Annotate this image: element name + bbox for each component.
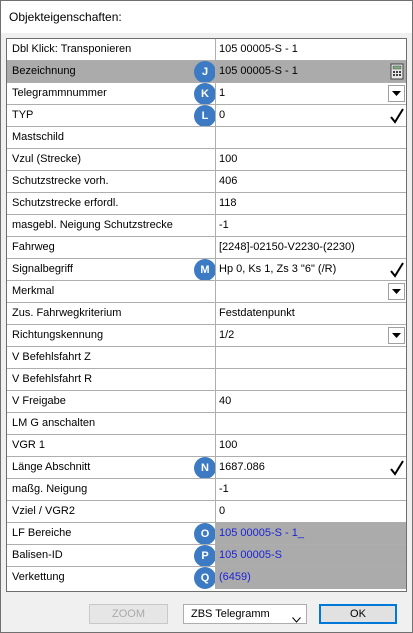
property-value[interactable]: 0 <box>216 501 406 522</box>
property-label: VGR 1 <box>7 435 216 456</box>
property-value[interactable]: 100 <box>216 435 406 456</box>
marker-badge: O <box>194 523 215 544</box>
ok-button[interactable]: OK <box>319 604 397 624</box>
property-row-dbl-klick[interactable]: Dbl Klick: Transponieren 105 00005-S - 1 <box>7 39 406 61</box>
property-label: Bezeichnung <box>12 65 76 77</box>
property-row-laenge-abschnitt[interactable]: Länge Abschnitt N 1687.086 <box>7 457 406 479</box>
chevron-down-icon <box>292 611 301 629</box>
property-row-richtungskennung[interactable]: Richtungskennung 1/2 <box>7 325 406 347</box>
telegram-type-select[interactable]: ZBS Telegramm <box>183 604 307 624</box>
dropdown-arrow-icon[interactable] <box>388 283 405 300</box>
property-row-bezeichnung[interactable]: Bezeichnung J 105 00005-S - 1 <box>7 61 406 83</box>
property-row-schutzstrecke-vorh[interactable]: Schutzstrecke vorh. 406 <box>7 171 406 193</box>
property-row-signalbegriff[interactable]: Signalbegriff M Hp 0, Ks 1, Zs 3 "6" (/R… <box>7 259 406 281</box>
property-value[interactable]: 118 <box>216 193 406 214</box>
properties-dialog: Objekteigenschaften: Dbl Klick: Transpon… <box>0 0 413 633</box>
property-value[interactable]: 406 <box>216 171 406 192</box>
property-label: Telegrammnummer <box>12 87 107 99</box>
property-label: LF Bereiche <box>12 527 72 539</box>
marker-badge: Q <box>194 567 215 589</box>
select-value: ZBS Telegramm <box>191 608 270 620</box>
property-row-fahrweg[interactable]: Fahrweg [2248]-02150-V2230-(2230) <box>7 237 406 259</box>
property-label: TYP <box>12 109 34 121</box>
property-label: Schutzstrecke erfordl. <box>7 193 216 214</box>
property-value: 105 00005-S - 1 <box>219 65 298 77</box>
property-row-v-befehlsfahrt-r[interactable]: V Befehlsfahrt R <box>7 369 406 391</box>
property-value[interactable]: (6459) <box>216 567 406 589</box>
property-label: Länge Abschnitt <box>12 461 91 473</box>
property-row-typ[interactable]: TYP L 0 <box>7 105 406 127</box>
property-value[interactable]: Festdatenpunkt <box>216 303 406 324</box>
property-label: Merkmal <box>7 281 216 302</box>
calculator-icon[interactable] <box>388 63 405 80</box>
property-value[interactable]: 40 <box>216 391 406 412</box>
property-value: Hp 0, Ks 1, Zs 3 "6" (/R) <box>219 263 337 275</box>
property-row-vgr1[interactable]: VGR 1 100 <box>7 435 406 457</box>
property-label: V Freigabe <box>7 391 216 412</box>
property-label: masgebl. Neigung Schutzstrecke <box>7 215 216 236</box>
property-label: Verkettung <box>12 571 65 583</box>
marker-badge: P <box>194 545 215 566</box>
property-row-massg-neigung[interactable]: maßg. Neigung -1 <box>7 479 406 501</box>
property-value[interactable] <box>216 127 406 148</box>
property-value[interactable]: 105 00005-S - 1 <box>216 39 406 60</box>
property-value[interactable]: 100 <box>216 149 406 170</box>
property-row-vzul[interactable]: Vzul (Strecke) 100 <box>7 149 406 171</box>
title-bar: Objekteigenschaften: <box>1 1 412 33</box>
property-row-lf-bereiche[interactable]: LF Bereiche O 105 00005-S - 1_ <box>7 523 406 545</box>
checkmark-icon[interactable] <box>388 107 405 124</box>
property-value: 1 <box>219 87 226 99</box>
property-value[interactable] <box>216 413 406 434</box>
dialog-title: Objekteigenschaften: <box>9 10 122 24</box>
property-row-v-befehlsfahrt-z[interactable]: V Befehlsfahrt Z <box>7 347 406 369</box>
marker-badge: L <box>194 105 215 126</box>
property-label: V Befehlsfahrt R <box>7 369 216 390</box>
property-row-telegrammnummer[interactable]: Telegrammnummer K 1 <box>7 83 406 105</box>
property-row-balisen-id[interactable]: Balisen-ID P 105 00005-S <box>7 545 406 567</box>
property-value[interactable] <box>216 347 406 368</box>
property-value: 1687.086 <box>219 461 265 473</box>
property-label: Vzul (Strecke) <box>7 149 216 170</box>
property-row-verkettung[interactable]: Verkettung Q (6459) <box>7 567 406 589</box>
marker-badge: J <box>194 61 215 82</box>
property-row-merkmal[interactable]: Merkmal <box>7 281 406 303</box>
property-value: 0 <box>219 109 226 121</box>
dropdown-arrow-icon[interactable] <box>388 85 405 102</box>
property-label: V Befehlsfahrt Z <box>7 347 216 368</box>
marker-badge: M <box>194 259 215 280</box>
property-value[interactable]: -1 <box>216 215 406 236</box>
property-row-vziel-vgr2[interactable]: Vziel / VGR2 0 <box>7 501 406 523</box>
property-value[interactable]: [2248]-02150-V2230-(2230) <box>216 237 406 258</box>
property-row-zus-fahrwegkriterium[interactable]: Zus. Fahrwegkriterium Festdatenpunkt <box>7 303 406 325</box>
zoom-button[interactable]: ZOOM <box>89 604 168 624</box>
property-row-mastschild[interactable]: Mastschild <box>7 127 406 149</box>
property-label: maßg. Neigung <box>7 479 216 500</box>
property-row-neigung-schutzstrecke[interactable]: masgebl. Neigung Schutzstrecke -1 <box>7 215 406 237</box>
property-value[interactable] <box>216 369 406 390</box>
property-label: Vziel / VGR2 <box>7 501 216 522</box>
property-label: Zus. Fahrwegkriterium <box>7 303 216 324</box>
property-label: Richtungskennung <box>7 325 216 346</box>
checkmark-icon[interactable] <box>388 459 405 476</box>
property-row-schutzstrecke-erfordl[interactable]: Schutzstrecke erfordl. 118 <box>7 193 406 215</box>
property-label: Signalbegriff <box>12 263 73 275</box>
property-value[interactable]: 105 00005-S <box>216 545 406 566</box>
property-row-lm-g-anschalten[interactable]: LM G anschalten <box>7 413 406 435</box>
property-value[interactable]: -1 <box>216 479 406 500</box>
property-label: Fahrweg <box>7 237 216 258</box>
property-value[interactable]: 105 00005-S - 1_ <box>216 523 406 544</box>
properties-grid: Dbl Klick: Transponieren 105 00005-S - 1… <box>6 38 407 592</box>
property-row-v-freigabe[interactable]: V Freigabe 40 <box>7 391 406 413</box>
property-label: Balisen-ID <box>12 549 63 561</box>
property-label: Schutzstrecke vorh. <box>7 171 216 192</box>
checkmark-icon[interactable] <box>388 261 405 278</box>
marker-badge: N <box>194 457 215 478</box>
property-label: Dbl Klick: Transponieren <box>7 39 216 60</box>
property-value: 1/2 <box>219 329 235 341</box>
property-label: LM G anschalten <box>7 413 216 434</box>
marker-badge: K <box>194 83 215 104</box>
property-label: Mastschild <box>7 127 216 148</box>
dropdown-arrow-icon[interactable] <box>388 327 405 344</box>
